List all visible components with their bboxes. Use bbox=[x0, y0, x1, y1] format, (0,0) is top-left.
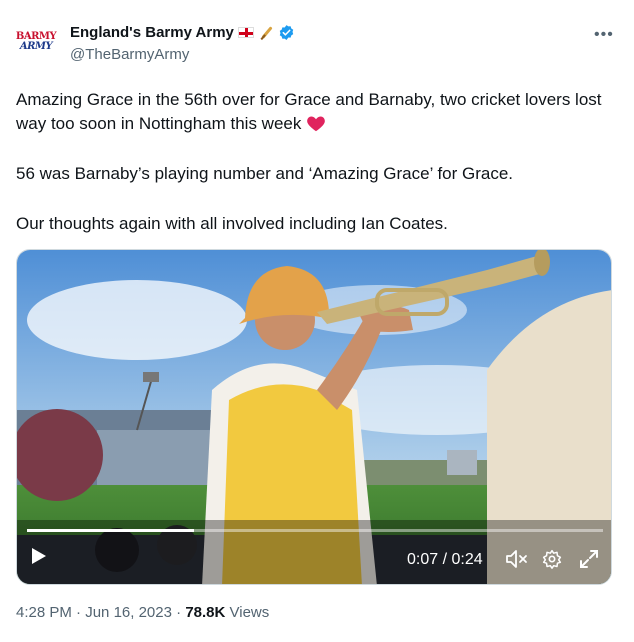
england-flag-icon bbox=[237, 27, 254, 38]
tweet-paragraph: Amazing Grace in the 56th over for Grace… bbox=[16, 88, 620, 136]
tweet-card: BARMY ARMY England's Barmy Army @TheBarm… bbox=[0, 0, 634, 642]
muted-volume-icon[interactable] bbox=[505, 548, 529, 570]
tweet-paragraph: Our thoughts again with all involved inc… bbox=[16, 214, 448, 233]
video-time: 0:07 / 0:24 bbox=[407, 551, 483, 568]
meta-separator: · bbox=[171, 604, 186, 621]
more-options-icon[interactable]: ••• bbox=[594, 26, 614, 44]
tweet-time[interactable]: 4:28 PM bbox=[16, 604, 72, 621]
tweet-text: Amazing Grace in the 56th over for Grace… bbox=[16, 88, 620, 262]
tweet-paragraph: 56 was Barnaby’s playing number and ‘Ama… bbox=[16, 164, 514, 183]
author-handle[interactable]: @TheBarmyArmy bbox=[70, 46, 189, 63]
video-player[interactable]: 0:07 / 0:24 bbox=[16, 249, 612, 585]
author-display-name[interactable]: England's Barmy Army bbox=[70, 24, 234, 41]
red-heart-icon bbox=[307, 116, 325, 132]
video-frame bbox=[17, 250, 611, 584]
play-icon[interactable] bbox=[31, 547, 47, 565]
fullscreen-icon[interactable] bbox=[579, 549, 599, 569]
tweet-date[interactable]: Jun 16, 2023 bbox=[85, 604, 172, 621]
views-label: Views bbox=[225, 604, 270, 621]
video-progress-fill bbox=[27, 529, 195, 532]
tweet-meta: 4:28 PM · Jun 16, 2023 · 78.8K Views bbox=[16, 604, 269, 621]
avatar[interactable]: BARMY ARMY bbox=[16, 22, 57, 62]
settings-gear-icon[interactable] bbox=[542, 549, 562, 569]
verified-badge-icon bbox=[279, 25, 294, 40]
views-count: 78.8K bbox=[185, 604, 226, 621]
avatar-line2: ARMY bbox=[19, 41, 53, 52]
meta-separator: · bbox=[71, 604, 86, 621]
video-progress-bar[interactable] bbox=[27, 529, 603, 532]
cricket-bat-icon bbox=[260, 26, 272, 40]
author-name-row[interactable]: England's Barmy Army bbox=[70, 24, 295, 41]
